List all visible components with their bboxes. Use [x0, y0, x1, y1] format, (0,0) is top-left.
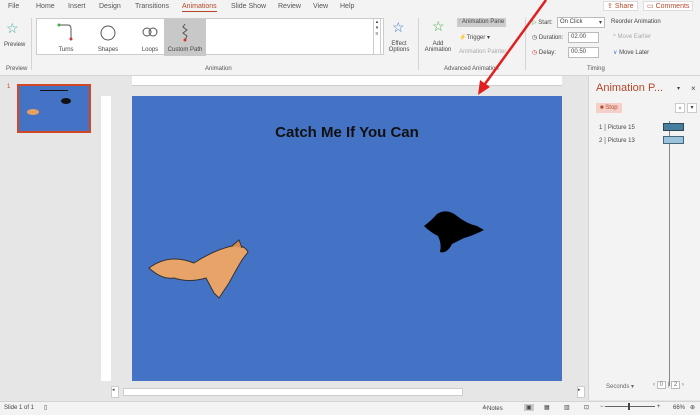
- ribbon: ☆ Preview Preview Turns Shapes Loops Cus…: [0, 14, 700, 76]
- move-down-button[interactable]: ▾: [687, 103, 697, 113]
- animation-item-2[interactable]: 2 ⸾ Picture 13: [599, 136, 635, 144]
- duration-input[interactable]: 02.00: [568, 32, 599, 43]
- bird-picture[interactable]: [422, 208, 487, 258]
- comments-label: Comments: [655, 3, 690, 10]
- custom-path-icon: [182, 23, 188, 42]
- timeline-bar-1: [663, 123, 684, 131]
- animation-item-1[interactable]: 1 ⸾ Picture 15: [599, 123, 635, 131]
- timeline-line: [669, 121, 670, 386]
- move-up-button[interactable]: ▴: [675, 103, 685, 113]
- zoom-slider[interactable]: − +: [600, 402, 660, 410]
- tab-design[interactable]: Design: [99, 3, 121, 10]
- slide-canvas[interactable]: Catch Me If You Can: [132, 96, 562, 381]
- animation-group-label: Animation: [205, 66, 232, 72]
- turns-icon: [57, 23, 73, 41]
- animation-pane-title: Animation P...: [596, 82, 664, 94]
- gallery-custom-path[interactable]: Custom Path: [164, 19, 206, 56]
- stop-label: Stop: [605, 105, 618, 111]
- red-arrow-annotation: [478, 0, 548, 95]
- slide-number: 1: [7, 84, 11, 90]
- slide-title[interactable]: Catch Me If You Can: [132, 124, 562, 141]
- add-animation-icon: ☆: [432, 18, 445, 34]
- accessibility-icon[interactable]: ▯: [44, 404, 47, 411]
- animation-pane: Animation P... ▾ × ■ Stop ▴ ▾ 1 ⸾ Pictur…: [588, 76, 700, 400]
- timing-group-label: Timing: [587, 66, 605, 72]
- tab-help[interactable]: Help: [340, 3, 354, 10]
- status-bar: Slide 1 of 1 ▯ ≜Notes ▣ ▦ ▥ ⊡ − + 66% ⊕: [0, 401, 700, 415]
- dog-picture[interactable]: [144, 238, 254, 308]
- delay-value: 00.50: [571, 49, 587, 55]
- move-earlier-button[interactable]: ^ Move Earlier: [613, 34, 651, 40]
- gallery-scroll[interactable]: ▴ ▾ ≡: [373, 18, 381, 55]
- slide-sorter-icon[interactable]: ▦: [544, 404, 550, 411]
- preview-button[interactable]: Preview: [4, 42, 25, 48]
- share-label: Share: [614, 3, 634, 10]
- effect-options-icon: ☆: [392, 19, 405, 35]
- animation-gallery: Turns Shapes Loops Custom Path: [36, 18, 384, 56]
- loops-icon: [142, 27, 158, 37]
- shapes-label: Shapes: [97, 47, 119, 53]
- tab-slide-show[interactable]: Slide Show: [231, 3, 266, 10]
- thumb-dog: [27, 109, 39, 115]
- slide-thumbnail[interactable]: [17, 84, 91, 133]
- normal-view-icon[interactable]: ▣: [524, 404, 534, 411]
- item-name: Picture 15: [607, 125, 635, 131]
- pane-options-icon[interactable]: ▾: [677, 85, 680, 92]
- timeline-scale[interactable]: ‹ 0 | 2 ›: [653, 381, 684, 389]
- duration-value: 02.00: [571, 34, 587, 40]
- close-icon[interactable]: ×: [691, 84, 696, 93]
- move-earlier-label: Move Earlier: [617, 34, 652, 40]
- notes-button[interactable]: ≜Notes: [482, 405, 503, 412]
- reading-view-icon[interactable]: ▥: [564, 404, 570, 411]
- tab-animations[interactable]: Animations: [182, 3, 217, 12]
- item-name: Picture 13: [607, 138, 635, 144]
- effect-options-button[interactable]: Effect Options: [388, 41, 410, 53]
- menu-tabs: File Home Insert Design Transitions Anim…: [0, 0, 700, 14]
- zoom-level[interactable]: 66%: [673, 405, 685, 411]
- seconds-label: Seconds: [606, 384, 630, 390]
- comments-button[interactable]: ▭ Comments: [643, 1, 694, 11]
- preview-star-icon: ☆: [6, 20, 19, 36]
- reorder-label: Reorder Animation: [611, 19, 661, 25]
- tab-insert[interactable]: Insert: [68, 3, 86, 10]
- add-animation-button[interactable]: Add Animation: [423, 41, 453, 53]
- slide-count: Slide 1 of 1: [4, 405, 35, 411]
- tab-file[interactable]: File: [8, 3, 19, 10]
- stop-button[interactable]: ■ Stop: [596, 103, 622, 113]
- slideshow-icon[interactable]: ⊡: [584, 404, 589, 411]
- start-value: On Click: [560, 19, 583, 25]
- tab-home[interactable]: Home: [36, 3, 55, 10]
- gallery-shapes[interactable]: Shapes: [87, 19, 129, 56]
- tab-review[interactable]: Review: [278, 3, 301, 10]
- thumb-bird: [61, 98, 71, 104]
- turns-label: Turns: [58, 47, 74, 53]
- gallery-turns[interactable]: Turns: [45, 19, 87, 56]
- shapes-icon: [100, 25, 116, 41]
- horizontal-scrollbar[interactable]: ◂ ▸: [111, 386, 585, 398]
- tab-view[interactable]: View: [313, 3, 328, 10]
- fit-slide-icon[interactable]: ⊕: [690, 404, 695, 411]
- tab-transitions[interactable]: Transitions: [135, 3, 169, 10]
- custom-path-label: Custom Path: [167, 47, 203, 53]
- notes-label: Notes: [487, 406, 503, 412]
- chevron-down-icon: ▾: [598, 20, 602, 26]
- start-select[interactable]: On Click ▾: [557, 17, 605, 28]
- move-later-button[interactable]: ∨ Move Later: [613, 49, 649, 56]
- move-later-label: Move Later: [619, 50, 650, 56]
- preview-group-label: Preview: [6, 66, 28, 72]
- scroll-thumb[interactable]: [123, 388, 463, 396]
- timeline-bar-2: [663, 136, 684, 144]
- delay-input[interactable]: 00.50: [568, 47, 599, 58]
- seconds-dropdown[interactable]: Seconds ▾: [606, 383, 634, 390]
- share-button[interactable]: ⇪ Share: [603, 1, 638, 11]
- vertical-ruler: [101, 96, 111, 381]
